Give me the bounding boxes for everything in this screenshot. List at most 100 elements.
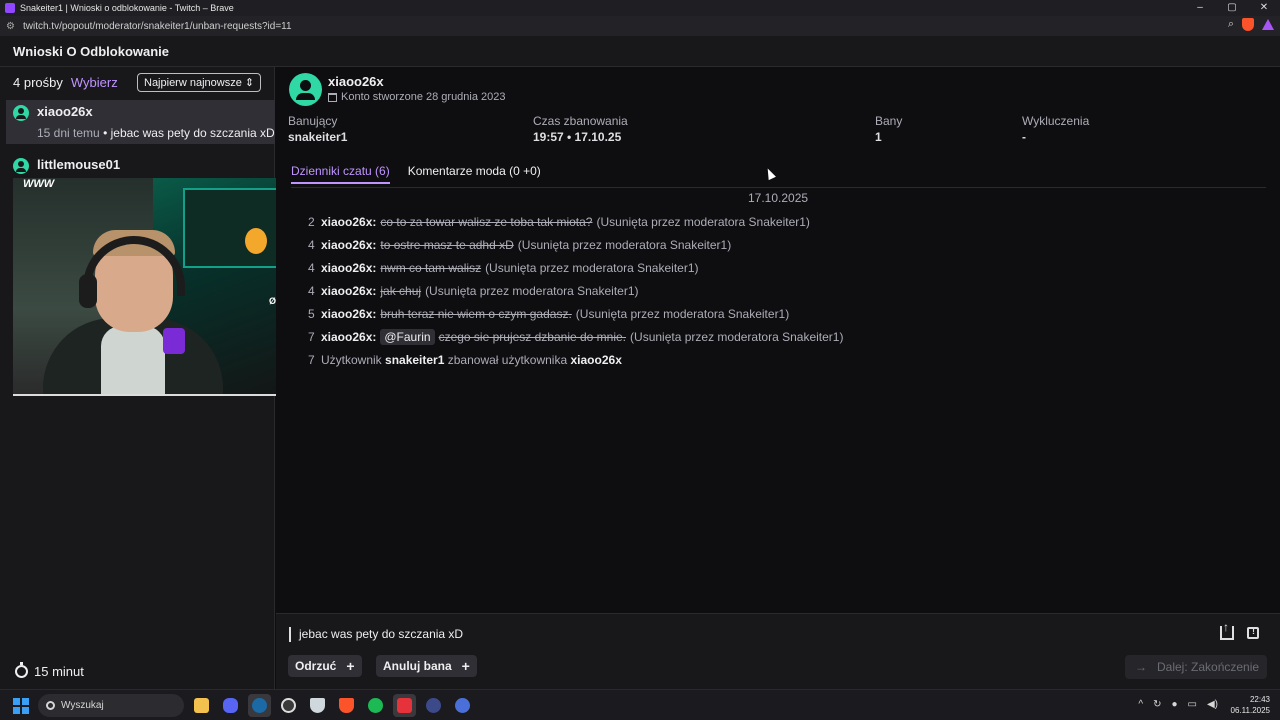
- audio-app-icon[interactable]: [422, 694, 445, 717]
- app-header: Wnioski O Odblokowanie: [0, 36, 1280, 67]
- taskbar-clock[interactable]: 22:43 06.11.2025: [1231, 694, 1270, 716]
- brave-rewards-icon[interactable]: [1262, 19, 1274, 30]
- chat-log-row: 4 xiaoo26x: nwm co tam walisz (Usunięta prz…: [308, 256, 1248, 279]
- log-time: 4: [308, 283, 315, 298]
- url-text[interactable]: twitch.tv/popout/moderator/snakeiter1/un…: [23, 21, 292, 32]
- address-bar[interactable]: ⚙ twitch.tv/popout/moderator/snakeiter1/…: [0, 16, 1280, 36]
- tab-chat-logs[interactable]: Dzienniki czatu (6): [291, 164, 390, 184]
- plus-icon: +: [346, 658, 355, 674]
- share-icon[interactable]: [1220, 620, 1234, 640]
- twitch-favicon-icon: [5, 3, 15, 13]
- request-username: littlemouse01: [37, 157, 121, 172]
- detail-username[interactable]: xiaoo26x: [328, 74, 384, 89]
- stat-value: -: [1022, 130, 1026, 144]
- select-button[interactable]: Wybierz: [71, 75, 118, 90]
- tab-mod-comments[interactable]: Komentarze moda (0 +0): [408, 164, 541, 184]
- video-duck: [245, 228, 267, 254]
- steam-icon[interactable]: [248, 694, 271, 717]
- shield-app-icon[interactable]: [306, 694, 329, 717]
- obs-icon[interactable]: [277, 694, 300, 717]
- log-message: to ostre masz te adhd xD: [380, 237, 514, 252]
- search-icon: [46, 701, 55, 710]
- avatar: [289, 73, 322, 106]
- log-user[interactable]: xiaoo26x: [321, 284, 372, 298]
- log-sep: :: [372, 329, 377, 344]
- log-time: 2: [308, 214, 315, 229]
- account-created: Konto stworzone 28 grudnia 2023: [328, 91, 506, 103]
- request-item[interactable]: littlemouse01: [6, 153, 275, 175]
- log-user[interactable]: xiaoo26x: [321, 238, 372, 252]
- stat-value: snakeiter1: [288, 130, 348, 144]
- lock-app-icon[interactable]: [451, 694, 474, 717]
- taskbar-search[interactable]: Wyszukaj: [38, 694, 184, 717]
- unban-button[interactable]: Anuluj bana +: [376, 655, 477, 677]
- log-time: 5: [308, 306, 315, 321]
- log-time: 7: [308, 329, 315, 344]
- volume-icon[interactable]: ◀): [1207, 699, 1218, 710]
- system-tray: ^ ↻ ● ▭ ◀): [1138, 699, 1218, 710]
- ban-log-middle: zbanował użytkownika: [447, 352, 568, 367]
- stat-label: Wykluczenia: [1022, 114, 1090, 128]
- creative-app-icon[interactable]: [393, 694, 416, 717]
- ban-log-mod[interactable]: snakeiter1: [385, 353, 444, 367]
- log-note: (Usunięta przez moderatora Snakeiter1): [425, 283, 639, 298]
- close-button[interactable]: ✕: [1248, 0, 1280, 16]
- chat-log-list: 2 xiaoo26x: co to za towar walisz ze toba …: [308, 210, 1248, 371]
- minimize-button[interactable]: –: [1184, 0, 1216, 16]
- avatar: [13, 105, 29, 121]
- log-note: (Usunięta przez moderatora Snakeiter1): [485, 260, 699, 275]
- video-headset-ear: [79, 274, 97, 308]
- request-meta: 15 dni temu • jebac was pety do szczania…: [37, 126, 275, 140]
- mouse-cursor-icon: [764, 166, 776, 181]
- log-message: nwm co tam walisz: [380, 260, 482, 275]
- video-streamer-shirt: [101, 326, 165, 394]
- window-controls: – ▢ ✕: [1184, 0, 1280, 16]
- log-date: 17.10.2025: [748, 191, 809, 205]
- log-user[interactable]: xiaoo26x: [321, 215, 372, 229]
- browser-titlebar: Snakeiter1 | Wnioski o odblokowanie - Tw…: [0, 0, 1280, 16]
- log-mention[interactable]: @Faurin: [380, 328, 435, 345]
- stat-value: 19:57 • 17.10.25: [533, 130, 622, 144]
- picture-in-picture-video[interactable]: WWW ØDE: [13, 178, 305, 396]
- chevron-updown-icon: ⇕: [244, 77, 255, 89]
- ban-log-target[interactable]: xiaoo26x: [571, 353, 622, 367]
- bullet: •: [103, 126, 108, 140]
- account-created-text: Konto stworzone 28 grudnia 2023: [341, 91, 506, 103]
- stat-value: 1: [875, 130, 882, 144]
- mic-icon[interactable]: ●: [1171, 699, 1177, 710]
- stat-timeouts: Wykluczenia -: [1022, 114, 1089, 144]
- request-preview: jebac was pety do szczania xD: [110, 126, 275, 140]
- unban-request-message: jebac was pety do szczania xD: [289, 627, 463, 642]
- maximize-button[interactable]: ▢: [1216, 0, 1248, 16]
- requests-toolbar: 4 prośby Wybierz Najpierw najnowsze ⇕: [13, 73, 263, 92]
- spotify-icon[interactable]: [364, 694, 387, 717]
- report-icon[interactable]: [1247, 626, 1259, 639]
- file-explorer-icon[interactable]: [190, 694, 213, 717]
- action-bar: jebac was pety do szczania xD Odrzuć + A…: [276, 613, 1280, 689]
- brave-icon[interactable]: [335, 694, 358, 717]
- site-info-icon[interactable]: ⚙: [6, 21, 15, 32]
- log-user[interactable]: xiaoo26x: [321, 261, 372, 275]
- window-title: Snakeiter1 | Wnioski o odblokowanie - Tw…: [20, 3, 234, 13]
- network-icon[interactable]: ▭: [1188, 699, 1197, 710]
- tray-chevron-icon[interactable]: ^: [1138, 699, 1143, 710]
- request-age: 15 dni temu: [37, 126, 100, 140]
- calendar-icon: [328, 92, 337, 102]
- zoom-icon[interactable]: ⌕: [1228, 18, 1234, 31]
- windows-start-icon[interactable]: [13, 698, 29, 714]
- chat-log-row: 4 xiaoo26x: to ostre masz te adhd xD (Usuni…: [308, 233, 1248, 256]
- log-user[interactable]: xiaoo26x: [321, 330, 372, 344]
- request-item[interactable]: xiaoo26x 15 dni temu • jebac was pety do…: [6, 100, 275, 144]
- log-note: (Usunięta przez moderatora Snakeiter1): [630, 329, 844, 344]
- log-message: jak chuj: [380, 283, 422, 298]
- request-username: xiaoo26x: [37, 104, 93, 119]
- brave-shields-icon[interactable]: [1242, 18, 1254, 31]
- sync-icon[interactable]: ↻: [1153, 699, 1161, 710]
- next-button[interactable]: → Dalej: Zakończenie: [1125, 655, 1267, 679]
- log-note: (Usunięta przez moderatora Snakeiter1): [575, 306, 790, 321]
- log-user[interactable]: xiaoo26x: [321, 307, 372, 321]
- log-sep: :: [372, 260, 377, 275]
- reject-button[interactable]: Odrzuć +: [288, 655, 362, 677]
- sort-dropdown[interactable]: Najpierw najnowsze ⇕: [137, 73, 262, 92]
- discord-icon[interactable]: [219, 694, 242, 717]
